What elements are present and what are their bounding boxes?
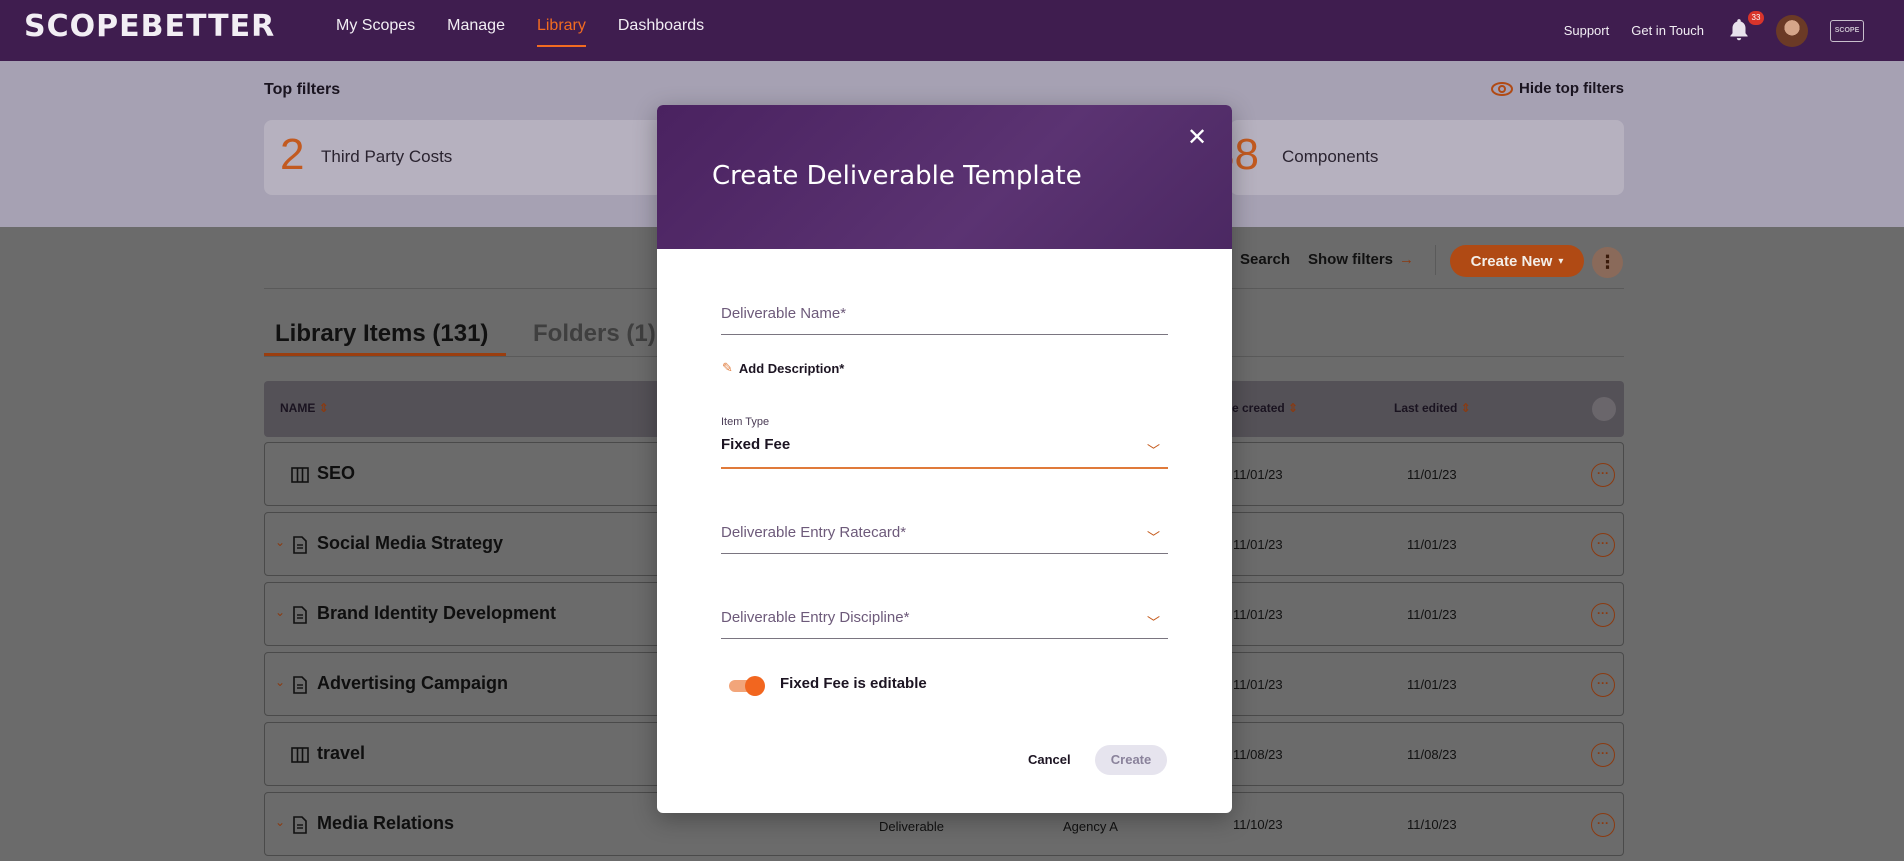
row-created: 11/01/23 <box>1233 607 1283 622</box>
eye-icon <box>1490 81 1513 96</box>
create-new-button[interactable]: Create New ▾ <box>1450 245 1584 277</box>
chevron-down-icon[interactable]: ⌄ <box>275 605 285 619</box>
row-name: Brand Identity Development <box>317 603 557 623</box>
row-actions-button[interactable]: ··· <box>1591 603 1615 627</box>
filter-count: 2 <box>280 130 305 179</box>
create-new-label: Create New <box>1470 252 1553 270</box>
notification-badge: 33 <box>1748 10 1764 25</box>
ratecard-select[interactable]: Deliverable Entry Ratecard* ﹀ <box>721 507 1168 554</box>
column-header-last-edited[interactable]: Last edited ⇕ <box>1394 401 1471 415</box>
filter-card-components[interactable]: 88 Components <box>1210 120 1624 195</box>
row-edited: 11/01/23 <box>1407 467 1457 482</box>
hide-top-filters-label: Hide top filters <box>1518 80 1624 97</box>
row-type: Deliverable <box>879 819 945 834</box>
document-icon <box>293 816 307 834</box>
add-description-label: Add Description* <box>738 360 845 376</box>
more-options-button[interactable]: ⋮ <box>1592 247 1623 278</box>
filter-card-third-party-costs[interactable]: 2 Third Party Costs <box>264 120 664 195</box>
toggle-knob <box>745 676 765 696</box>
modal-title: Create Deliverable Template <box>712 161 1082 191</box>
column-header-date-created[interactable]: te created ⇕ <box>1228 401 1298 415</box>
main-nav: My Scopes Manage Library Dashboards <box>336 0 704 61</box>
row-edited: 11/08/23 <box>1407 747 1457 762</box>
filter-label: Components <box>1282 147 1379 166</box>
row-actions-button[interactable]: ··· <box>1591 813 1615 837</box>
row-edited: 11/01/23 <box>1407 677 1457 692</box>
top-nav: SCOPEBETTER My Scopes Manage Library Das… <box>0 0 1904 61</box>
notifications-button[interactable]: 33 <box>1726 10 1764 45</box>
hide-top-filters-button[interactable]: Hide top filters <box>1490 80 1624 97</box>
cancel-button[interactable]: Cancel <box>1028 752 1071 767</box>
chevron-down-icon[interactable]: ⌄ <box>275 675 285 689</box>
modal-header: Create Deliverable Template ✕ <box>657 105 1232 249</box>
row-actions-button[interactable]: ··· <box>1591 533 1615 557</box>
chevron-down-icon: ﹀ <box>1146 615 1160 630</box>
columns-icon <box>291 467 309 483</box>
columns-icon <box>291 747 309 763</box>
row-created: 11/08/23 <box>1233 747 1283 762</box>
show-filters-label: Show filters <box>1308 251 1394 268</box>
chevron-down-icon[interactable]: ⌄ <box>275 815 285 829</box>
row-actions-button[interactable]: ··· <box>1591 463 1615 487</box>
column-filter-icon[interactable] <box>1592 397 1616 421</box>
tab-folders[interactable]: Folders (1) <box>533 320 656 348</box>
row-created: 11/01/23 <box>1233 537 1283 552</box>
kebab-icon: ⋮ <box>1598 252 1617 272</box>
deliverable-name-field[interactable]: Deliverable Name* <box>721 291 1168 335</box>
row-created: 11/01/23 <box>1233 677 1283 692</box>
nav-my-scopes[interactable]: My Scopes <box>336 0 415 61</box>
document-icon <box>293 676 307 694</box>
nav-dashboards[interactable]: Dashboards <box>618 0 704 61</box>
row-name: Media Relations <box>317 813 455 833</box>
row-actions-button[interactable]: ··· <box>1591 673 1615 697</box>
row-name: travel <box>317 743 366 763</box>
org-logo[interactable]: SCOPE <box>1830 19 1864 42</box>
chevron-down-icon[interactable]: ⌄ <box>275 535 285 549</box>
deliverable-name-placeholder: Deliverable Name* <box>721 305 847 322</box>
discipline-placeholder: Deliverable Entry Discipline* <box>721 609 910 626</box>
row-edited: 11/10/23 <box>1407 817 1457 832</box>
document-icon <box>293 606 307 624</box>
search-button[interactable]: Search <box>1240 251 1290 268</box>
row-edited: 11/01/23 <box>1407 537 1457 552</box>
top-filters-title: Top filters <box>264 81 341 98</box>
tab-library-items[interactable]: Library Items (131) <box>275 320 488 348</box>
row-name: Social Media Strategy <box>317 533 504 553</box>
chevron-down-icon: ﹀ <box>1146 443 1160 458</box>
discipline-select[interactable]: Deliverable Entry Discipline* ﹀ <box>721 592 1168 639</box>
nav-manage[interactable]: Manage <box>447 0 505 61</box>
column-header-name[interactable]: NAME ⇕ <box>280 401 329 415</box>
nav-right: Support Get in Touch 33 SCOPE <box>1564 0 1864 61</box>
user-avatar[interactable] <box>1776 14 1808 47</box>
chevron-down-icon: ﹀ <box>1146 530 1160 545</box>
show-filters-button[interactable]: Show filters → <box>1308 251 1414 268</box>
close-icon[interactable]: ✕ <box>1184 125 1210 151</box>
document-icon <box>293 536 307 554</box>
fixed-fee-editable-toggle[interactable] <box>729 676 765 696</box>
nav-library[interactable]: Library <box>536 0 586 61</box>
fixed-fee-editable-label: Fixed Fee is editable <box>780 675 927 692</box>
row-name: SEO <box>317 463 356 483</box>
add-description-button[interactable]: ✎ Add Description* <box>722 360 844 376</box>
row-name: Advertising Campaign <box>317 673 509 693</box>
toolbar-divider <box>1435 245 1436 275</box>
row-created: 11/10/23 <box>1233 817 1283 832</box>
chevron-down-icon: ▾ <box>1558 255 1564 267</box>
get-in-touch-link[interactable]: Get in Touch <box>1631 23 1704 38</box>
row-agency: Agency A <box>1063 819 1118 834</box>
row-edited: 11/01/23 <box>1407 607 1457 622</box>
row-created: 11/01/23 <box>1233 467 1283 482</box>
ratecard-placeholder: Deliverable Entry Ratecard* <box>721 524 907 541</box>
filter-label: Third Party Costs <box>321 147 453 166</box>
item-type-value: Fixed Fee <box>721 436 791 453</box>
support-link[interactable]: Support <box>1564 23 1610 38</box>
edit-note-icon: ✎ <box>722 360 733 375</box>
row-actions-button[interactable]: ··· <box>1591 743 1615 767</box>
arrow-right-icon: → <box>1399 251 1415 268</box>
create-deliverable-template-modal: Create Deliverable Template ✕ Deliverabl… <box>657 105 1232 813</box>
create-button[interactable]: Create <box>1095 745 1167 775</box>
scopebetter-logo[interactable]: SCOPEBETTER <box>24 9 275 44</box>
